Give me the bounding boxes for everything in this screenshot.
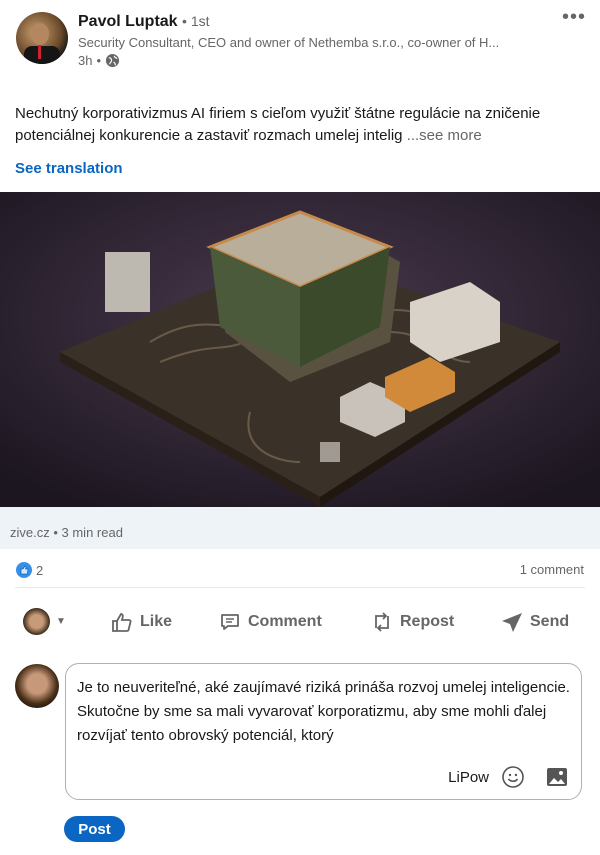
author-headline: Security Consultant, CEO and owner of Ne… xyxy=(78,35,500,50)
see-more-link[interactable]: ...see more xyxy=(407,127,482,144)
image-icon[interactable] xyxy=(545,765,569,789)
more-options-button[interactable]: ••• xyxy=(562,6,586,29)
user-avatar-small xyxy=(23,608,50,635)
emoji-icon[interactable] xyxy=(501,765,525,789)
repost-label: Repost xyxy=(400,613,455,630)
comment-icon xyxy=(221,614,239,630)
like-label: Like xyxy=(140,613,173,630)
see-translation-link[interactable]: See translation xyxy=(15,160,123,177)
action-bar: ▼ Like Comment Repost Send xyxy=(0,606,600,638)
post-time: 3h • xyxy=(78,53,120,68)
author-name-text: Pavol Luptak xyxy=(78,13,178,30)
read-time: 3 min read xyxy=(61,525,123,540)
article-image[interactable] xyxy=(0,192,600,507)
lipow-extension-button[interactable]: LiPow xyxy=(448,769,489,786)
thumbs-up-icon xyxy=(112,613,132,632)
send-icon xyxy=(502,613,522,632)
comment-tools: LiPow xyxy=(448,765,569,789)
send-label: Send xyxy=(530,613,570,630)
comment-label: Comment xyxy=(248,613,322,630)
comment-input[interactable]: Je to neuveriteľné, aké zaujímavé riziká… xyxy=(65,663,582,800)
send-button[interactable]: Send xyxy=(500,610,569,634)
like-reaction-icon xyxy=(16,562,32,578)
post-text: Nechutný korporativizmus AI firiem s cie… xyxy=(15,103,590,147)
source-domain: zive.cz xyxy=(10,525,50,540)
like-button[interactable]: Like xyxy=(110,610,172,634)
author-name[interactable]: Pavol Luptak • 1st xyxy=(78,13,210,31)
divider xyxy=(15,587,585,588)
commenter-avatar xyxy=(15,664,59,708)
globe-icon xyxy=(105,53,120,68)
author-avatar[interactable] xyxy=(16,12,68,64)
post-button[interactable]: Post xyxy=(64,816,125,842)
article-source[interactable]: zive.cz • 3 min read xyxy=(0,507,600,549)
reaction-count[interactable]: 2 xyxy=(16,562,43,578)
time-text: 3h xyxy=(78,53,93,68)
comment-count[interactable]: 1 comment xyxy=(520,562,584,577)
connection-degree: • 1st xyxy=(182,13,210,29)
comment-text[interactable]: Je to neuveriteľné, aké zaujímavé riziká… xyxy=(77,676,572,748)
degree-text: 1st xyxy=(190,13,210,29)
reaction-identity-selector[interactable]: ▼ xyxy=(23,608,66,635)
comment-button[interactable]: Comment xyxy=(218,610,322,634)
repost-button[interactable]: Repost xyxy=(370,610,454,634)
reaction-count-text: 2 xyxy=(36,562,44,578)
repost-icon xyxy=(375,612,389,632)
chevron-down-icon: ▼ xyxy=(56,616,66,627)
